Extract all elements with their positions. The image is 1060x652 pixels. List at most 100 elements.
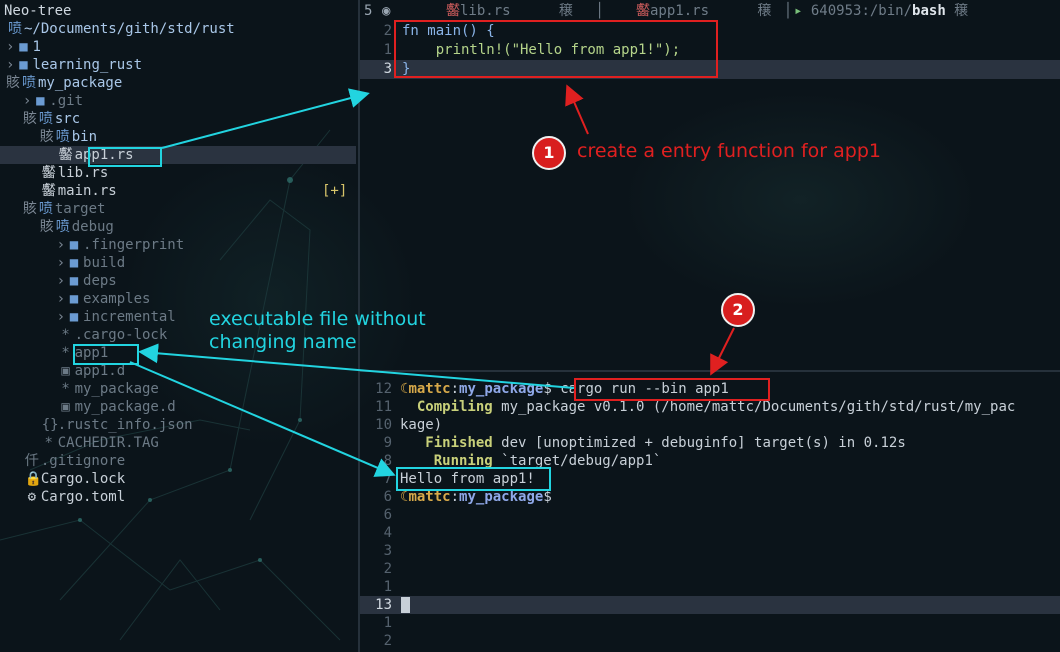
- tree-item-label: src: [54, 111, 81, 127]
- tree-row[interactable]: 🔒Cargo.lock: [0, 470, 356, 488]
- tree-item-label: incremental: [83, 309, 176, 325]
- tree-row[interactable]: * CACHEDIR.TAG: [0, 434, 356, 452]
- horizontal-split-divider[interactable]: [360, 370, 1060, 372]
- terminal-cursor: [401, 597, 410, 613]
- tree-row[interactable]: ▣ my_package.d: [0, 398, 356, 416]
- folder-icon: 喷: [55, 219, 70, 235]
- close-icon[interactable]: 穣: [954, 3, 968, 19]
- terminal-line: 9 Finished dev [unoptimized + debuginfo]…: [360, 434, 1060, 452]
- expand-chevron-icon[interactable]: ›: [6, 57, 14, 73]
- prompt-separator: :: [450, 381, 460, 397]
- file-icon: 仟: [24, 453, 39, 469]
- terminal-pane[interactable]: 12 ☾mattc:my_package$ cargo run --bin app…: [360, 380, 1060, 652]
- tree-item-label: debug: [71, 219, 114, 235]
- line-number: 3: [383, 543, 392, 559]
- command-highlight-box: [574, 378, 770, 401]
- expand-chevron-icon[interactable]: ›: [57, 237, 65, 253]
- folder-icon: ■: [69, 291, 79, 307]
- tree-row[interactable]: › ■ 1: [0, 38, 356, 56]
- tree-row[interactable]: 齾 app1.rs: [0, 146, 356, 164]
- folder-icon: ■: [69, 237, 79, 253]
- tree-row[interactable]: › ■ deps: [0, 272, 356, 290]
- indent-guide: [6, 345, 57, 361]
- close-icon[interactable]: 穣: [559, 3, 573, 19]
- tree-row[interactable]: * my_package: [0, 380, 356, 398]
- tree-item-label: 1: [32, 39, 41, 55]
- tree-row[interactable]: ▣ app1.d: [0, 362, 356, 380]
- buffer-tabline: 5 ◉ 齾lib.rs 穣 │ 齾app1.rs 穣 │ ▸ 640953:/b…: [360, 0, 1060, 22]
- folder-icon: 喷: [55, 129, 70, 145]
- tree-item-label: ~/Documents/gith/std/rust: [24, 21, 235, 37]
- wrapped-output: kage): [400, 417, 443, 433]
- terminal-line: 1: [360, 614, 1060, 632]
- tab-lib-rs[interactable]: 齾lib.rs 穣 │: [446, 0, 604, 22]
- indent-guide: [6, 183, 40, 199]
- expand-chevron-icon[interactable]: ›: [57, 309, 65, 325]
- tree-row[interactable]: › ■ examples: [0, 290, 356, 308]
- exec-note-line2: changing name: [209, 331, 357, 353]
- tree-row[interactable]: 仟 .gitignore: [0, 452, 356, 470]
- close-icon[interactable]: 穣: [757, 3, 771, 19]
- tree-row[interactable]: {}.rustc_info.json: [0, 416, 356, 434]
- expand-chevron-icon[interactable]: ›: [57, 291, 65, 307]
- folder-icon: 喷: [38, 111, 53, 127]
- file-icon: ▣: [61, 363, 70, 379]
- expand-chevron-icon[interactable]: 賅: [40, 219, 54, 235]
- tree-row[interactable]: 賅喷 debug: [0, 218, 356, 236]
- tree-row[interactable]: 賅喷 bin: [0, 128, 356, 146]
- terminal-line: 1: [360, 578, 1060, 596]
- folder-icon: 喷: [38, 201, 53, 217]
- indent-guide: [6, 255, 57, 271]
- tree-row[interactable]: › ■ .git: [0, 92, 356, 110]
- tab-terminal[interactable]: ▸ 640953:/bin/bash 穣: [794, 0, 968, 22]
- cargo-status-text: my_package v0.1.0 (/home/mattc/Documents…: [492, 399, 1016, 415]
- cargo-status-label: Finished: [425, 435, 493, 451]
- terminal-line: 10 kage): [360, 416, 1060, 434]
- tree-row[interactable]: › ■ .fingerprint: [0, 236, 356, 254]
- rust-file-icon: 齾: [636, 3, 650, 19]
- file-icon: 齾: [41, 165, 56, 181]
- tab-app1-rs[interactable]: 齾app1.rs 穣 │: [636, 0, 792, 22]
- tree-row[interactable]: ⚙ Cargo.toml: [0, 488, 356, 506]
- indent-guide: [6, 489, 23, 505]
- file-icon: 🔒: [24, 471, 43, 487]
- terminal-line: 6: [360, 506, 1060, 524]
- expand-chevron-icon[interactable]: ›: [57, 273, 65, 289]
- tree-row[interactable]: 賅喷 src: [0, 110, 356, 128]
- expand-chevron-icon[interactable]: 賅: [23, 111, 37, 127]
- tree-row[interactable]: › ■ build: [0, 254, 356, 272]
- line-number: 2: [383, 561, 392, 577]
- terminal-line: 3: [360, 542, 1060, 560]
- tree-row[interactable]: 賅喷 my_package: [0, 74, 356, 92]
- tree-item-label: .git: [49, 93, 84, 109]
- cargo-status-text: dev [unoptimized + debuginfo] target(s) …: [492, 435, 906, 451]
- tree-row[interactable]: 齾 lib.rs: [0, 164, 356, 182]
- app1-binary-highlight-box: [73, 344, 139, 365]
- nav-icon[interactable]: ◉: [382, 0, 390, 22]
- expand-chevron-icon[interactable]: 賅: [23, 201, 37, 217]
- expand-chevron-icon[interactable]: ›: [23, 93, 31, 109]
- terminal-line: 2: [360, 632, 1060, 650]
- expand-chevron-icon[interactable]: ›: [57, 255, 65, 271]
- tree-item-label: my_package: [74, 381, 159, 397]
- prompt-user: mattc: [408, 489, 451, 505]
- file-icon: *: [61, 381, 70, 397]
- line-number: 6: [383, 507, 392, 523]
- expand-chevron-icon[interactable]: ›: [6, 39, 14, 55]
- indent-guide: [6, 309, 57, 325]
- tree-row[interactable]: 賅喷 target: [0, 200, 356, 218]
- expand-chevron-icon[interactable]: 賅: [40, 129, 54, 145]
- line-number: 2: [383, 23, 392, 39]
- terminal-line: 2: [360, 560, 1060, 578]
- expand-chevron-icon[interactable]: 賅: [6, 75, 20, 91]
- cargo-output: Finished dev [unoptimized + debuginfo] t…: [400, 434, 906, 452]
- tree-row[interactable]: 喷 ~/Documents/gith/std/rust: [0, 20, 356, 38]
- tree-row[interactable]: 齾 main.rs [+]: [0, 182, 356, 200]
- tree-item-label: Cargo.toml: [40, 489, 126, 505]
- line-number: 11: [375, 399, 392, 415]
- terminal-cursor-line: [401, 596, 410, 614]
- step-1-badge: 1: [532, 136, 566, 170]
- line-number: 1: [383, 42, 392, 58]
- tree-row[interactable]: › ■ learning_rust: [0, 56, 356, 74]
